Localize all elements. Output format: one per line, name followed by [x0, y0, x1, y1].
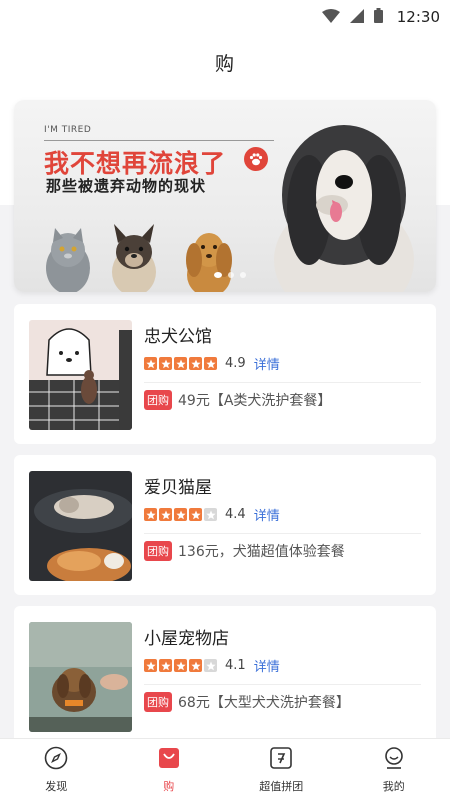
user-icon [382, 746, 406, 774]
card-divider [144, 382, 421, 383]
card-divider [144, 533, 421, 534]
star-icon [189, 659, 202, 672]
promo-banner[interactable]: I'M TIRED 我不想再流浪了 那些被遗弃动物的现状 [14, 100, 436, 292]
pager-dot[interactable] [228, 272, 234, 278]
store-name[interactable]: 小屋宠物店 [144, 624, 229, 649]
rating-score: 4.9 [225, 356, 246, 371]
sheepdog-illustration [274, 125, 414, 292]
page-header: 购 [0, 34, 450, 90]
nav-label: 发现 [45, 779, 68, 793]
cellular-signal-icon [349, 8, 364, 27]
star-icon [189, 508, 202, 521]
wifi-icon [321, 8, 340, 27]
star-icon [174, 357, 187, 370]
battery-icon [373, 7, 383, 27]
store-rating: 4.1 详情 [144, 656, 280, 675]
nav-item-group-deal[interactable]: 超值拼团 [236, 746, 326, 794]
star-empty-icon [204, 659, 217, 672]
group-deal-icon [269, 746, 293, 774]
cat-illustration [46, 228, 90, 292]
detail-link[interactable]: 详情 [254, 354, 280, 373]
deal-row[interactable]: 团购 49元【A类犬洗护套餐】 [144, 390, 331, 410]
pager-dot[interactable] [214, 272, 222, 278]
spaniel-illustration [186, 233, 232, 292]
status-time: 12:30 [396, 8, 440, 26]
store-name[interactable]: 爱贝猫屋 [144, 473, 212, 498]
card-divider [144, 684, 421, 685]
bottom-nav: 发现 购 超值拼团 我的 [0, 738, 450, 800]
store-rating: 4.4 详情 [144, 505, 280, 524]
group-buy-badge: 团购 [144, 692, 172, 712]
star-icon [174, 659, 187, 672]
store-thumbnail[interactable] [29, 622, 132, 732]
banner-pager[interactable] [214, 272, 246, 278]
nav-label: 我的 [382, 779, 405, 793]
rating-score: 4.1 [225, 658, 246, 673]
store-thumbnail[interactable] [29, 320, 132, 430]
star-icon [189, 357, 202, 370]
nav-item-buy[interactable]: 购 [124, 746, 214, 794]
store-card[interactable]: 忠犬公馆 4.9 详情 团购 49元【A类犬洗护套餐】 [14, 304, 436, 444]
nav-item-me[interactable]: 我的 [349, 746, 439, 794]
pager-dot[interactable] [240, 272, 246, 278]
star-icon [144, 508, 157, 521]
store-name[interactable]: 忠犬公馆 [144, 322, 212, 347]
deal-text[interactable]: 136元，犬猫超值体验套餐 [178, 541, 345, 561]
bulldog-illustration [112, 224, 156, 292]
star-empty-icon [204, 508, 217, 521]
nav-label: 购 [163, 779, 175, 793]
compass-icon [44, 746, 68, 774]
star-icon [204, 357, 217, 370]
store-thumbnail[interactable] [29, 471, 132, 581]
store-card[interactable]: 爱贝猫屋 4.4 详情 团购 136元，犬猫超值体验套餐 [14, 455, 436, 595]
shopping-bag-icon [157, 746, 181, 774]
group-buy-badge: 团购 [144, 541, 172, 561]
nav-item-discover[interactable]: 发现 [11, 746, 101, 794]
store-rating: 4.9 详情 [144, 354, 280, 373]
star-icon [174, 508, 187, 521]
deal-row[interactable]: 团购 136元，犬猫超值体验套餐 [144, 541, 345, 561]
banner-pets-illustration [46, 125, 414, 292]
group-buy-badge: 团购 [144, 390, 172, 410]
deal-text[interactable]: 49元【A类犬洗护套餐】 [178, 390, 331, 410]
star-icon [144, 357, 157, 370]
deal-row[interactable]: 团购 68元【大型犬犬洗护套餐】 [144, 692, 350, 712]
star-icon [144, 659, 157, 672]
status-bar: 12:30 [0, 0, 450, 34]
store-card[interactable]: 小屋宠物店 4.1 详情 团购 68元【大型犬犬洗护套餐】 [14, 606, 436, 746]
deal-text[interactable]: 68元【大型犬犬洗护套餐】 [178, 692, 350, 712]
star-icon [159, 357, 172, 370]
rating-score: 4.4 [225, 507, 246, 522]
detail-link[interactable]: 详情 [254, 505, 280, 524]
nav-label: 超值拼团 [259, 779, 304, 793]
detail-link[interactable]: 详情 [254, 656, 280, 675]
star-icon [159, 508, 172, 521]
star-icon [159, 659, 172, 672]
page-title: 购 [214, 52, 235, 75]
